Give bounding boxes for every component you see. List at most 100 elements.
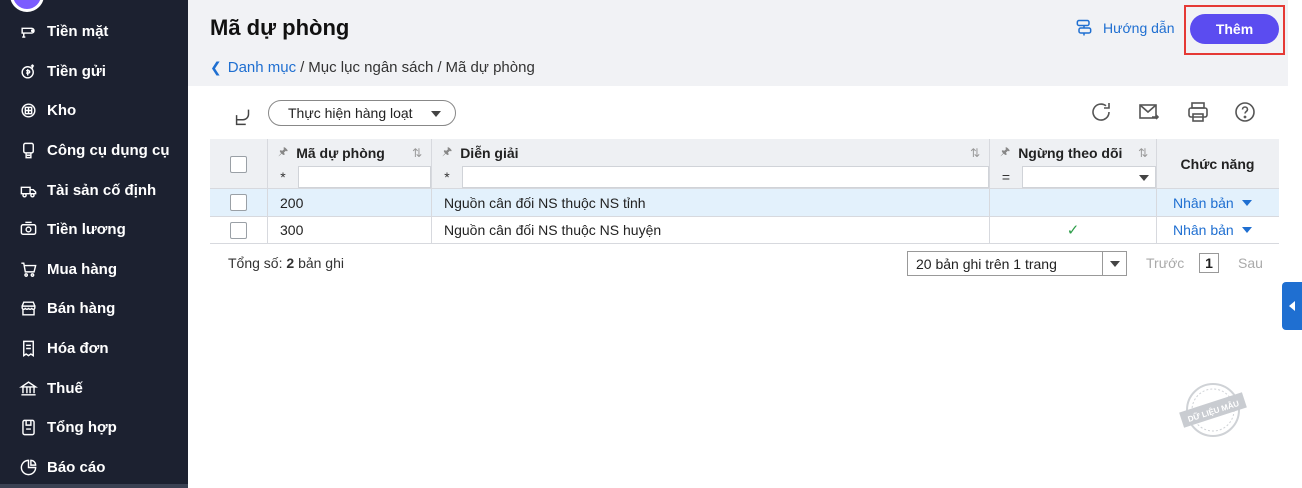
sidebar-item-label: Mua hàng bbox=[47, 260, 117, 278]
sidebar-item-deposit[interactable]: Tiền gửi bbox=[0, 52, 188, 92]
store-icon bbox=[18, 299, 38, 319]
pin-icon[interactable]: 🖈 bbox=[442, 143, 452, 162]
column-header-code[interactable]: 🖈 Mã dự phòng ⇅ bbox=[278, 139, 428, 166]
caret-down-icon[interactable] bbox=[1241, 199, 1252, 206]
row-select-cell bbox=[230, 189, 247, 216]
cart-icon bbox=[18, 259, 38, 279]
send-mail-icon[interactable] bbox=[1137, 100, 1163, 126]
prev-page-button[interactable]: Trước bbox=[1146, 255, 1184, 271]
help-label: Hướng dẫn bbox=[1103, 20, 1175, 36]
sidebar-item-warehouse[interactable]: Kho bbox=[0, 91, 188, 131]
column-header-inactive[interactable]: 🖈 Ngừng theo dõi ⇅ bbox=[1000, 139, 1154, 166]
column-header-description[interactable]: 🖈 Diễn giải ⇅ bbox=[442, 139, 986, 166]
total-unit: bản ghi bbox=[298, 255, 344, 271]
collapse-arrow-icon[interactable] bbox=[232, 106, 254, 128]
filter-row: * * = bbox=[210, 166, 1279, 188]
row-checkbox[interactable] bbox=[230, 221, 247, 239]
cell-description: Nguồn cân đối NS thuộc NS tỉnh bbox=[444, 194, 646, 211]
cash-icon bbox=[18, 22, 38, 42]
right-edge bbox=[1288, 0, 1302, 488]
column-header-label: Ngừng theo dõi bbox=[1018, 144, 1123, 161]
add-button[interactable]: Thêm bbox=[1190, 14, 1279, 44]
cell-code: 200 bbox=[280, 194, 304, 211]
page-size-value: 20 bản ghi trên 1 trang bbox=[916, 255, 1057, 272]
table-row[interactable]: 300 Nguồn cân đối NS thuộc NS huyện ✓ Nh… bbox=[210, 217, 1279, 244]
sidebar-item-label: Hóa đơn bbox=[47, 340, 109, 358]
deposit-icon bbox=[18, 61, 38, 81]
chevron-left-icon: ❮ bbox=[210, 59, 222, 75]
cell-inactive bbox=[990, 189, 1156, 216]
breadcrumb: ❮ Danh mục / Mục lục ngân sách / Mã dự p… bbox=[210, 59, 535, 76]
app-logo[interactable] bbox=[10, 0, 44, 12]
check-icon: ✓ bbox=[1066, 222, 1080, 239]
breadcrumb-root-link[interactable]: ❮ Danh mục bbox=[210, 59, 296, 76]
report-icon bbox=[18, 457, 38, 477]
filter-input-code[interactable] bbox=[298, 166, 431, 188]
sidebar-item-label: Tiền mặt bbox=[47, 23, 109, 41]
sidebar-item-purchase[interactable]: Mua hàng bbox=[0, 250, 188, 290]
sidebar-item-label: Kho bbox=[47, 102, 77, 120]
filter-operator-inactive[interactable]: = bbox=[990, 166, 1022, 188]
duplicate-action[interactable]: Nhân bản bbox=[1173, 195, 1252, 211]
warehouse-icon bbox=[18, 101, 38, 121]
sidebar-item-fixed-assets[interactable]: Tài sản cố định bbox=[0, 170, 188, 210]
breadcrumb-parent[interactable]: Mục lục ngân sách bbox=[308, 59, 433, 76]
help-link[interactable]: Hướng dẫn bbox=[1074, 18, 1174, 38]
caret-down-icon[interactable] bbox=[1241, 227, 1252, 233]
salary-icon bbox=[18, 220, 38, 240]
help-circle-icon[interactable] bbox=[1233, 100, 1259, 126]
summary-icon bbox=[18, 418, 38, 438]
sidebar-item-tax[interactable]: Thuế bbox=[0, 368, 188, 408]
table-row[interactable]: 200 Nguồn cân đối NS thuộc NS tỉnh Nhân … bbox=[210, 189, 1279, 217]
action-label: Nhân bản bbox=[1173, 222, 1234, 238]
filter-select-inactive[interactable] bbox=[1022, 166, 1156, 188]
sidebar-item-label: Công cụ dụng cụ bbox=[47, 142, 170, 160]
current-page-button[interactable]: 1 bbox=[1199, 253, 1219, 273]
next-page-button[interactable]: Sau bbox=[1238, 255, 1263, 271]
duplicate-action[interactable]: Nhân bản bbox=[1173, 222, 1252, 238]
refresh-icon[interactable] bbox=[1089, 100, 1115, 126]
bulk-action-button[interactable]: Thực hiện hàng loạt bbox=[268, 100, 456, 126]
dropdown-button[interactable] bbox=[1102, 252, 1126, 275]
filter-input-description[interactable] bbox=[462, 166, 989, 188]
sidebar-item-tools[interactable]: Công cụ dụng cụ bbox=[0, 131, 188, 171]
page-size-select[interactable]: 20 bản ghi trên 1 trang bbox=[907, 251, 1127, 276]
invoice-icon bbox=[18, 339, 38, 359]
sidebar-item-sales[interactable]: Bán hàng bbox=[0, 289, 188, 329]
filter-operator-description[interactable]: * bbox=[432, 166, 462, 188]
row-checkbox[interactable] bbox=[230, 194, 247, 211]
fixed-asset-icon bbox=[18, 180, 38, 200]
print-icon[interactable] bbox=[1186, 100, 1212, 126]
cell-description: Nguồn cân đối NS thuộc NS huyện bbox=[444, 222, 662, 238]
sidebar-item-summary[interactable]: Tổng hợp bbox=[0, 408, 188, 448]
sort-icon[interactable]: ⇅ bbox=[970, 146, 980, 160]
sidebar-item-label: Tiền lương bbox=[47, 221, 126, 239]
sample-data-stamp: DỮ LIỆU MẪU bbox=[1178, 380, 1248, 440]
side-panel-toggle[interactable] bbox=[1282, 282, 1302, 330]
sort-icon[interactable]: ⇅ bbox=[1138, 146, 1148, 160]
grid-header: 🖈 Mã dự phòng ⇅ 🖈 Diễn giải ⇅ 🖈 Ngừng th… bbox=[210, 139, 1279, 189]
sidebar-menu: Tiền mặt Tiền gửi Kho Công cụ dụng cụ Tà… bbox=[0, 12, 188, 487]
filter-operator-code[interactable]: * bbox=[268, 166, 298, 188]
sidebar-item-invoice[interactable]: Hóa đơn bbox=[0, 329, 188, 369]
pin-icon[interactable]: 🖈 bbox=[278, 143, 288, 162]
page-header: Mã dự phòng ❮ Danh mục / Mục lục ngân sá… bbox=[188, 0, 1288, 86]
sidebar-item-label: Báo cáo bbox=[47, 458, 106, 476]
sidebar-item-label: Tiền gửi bbox=[47, 62, 106, 80]
grid-toolbar: Thực hiện hàng loạt bbox=[210, 98, 1280, 128]
pin-icon[interactable]: 🖈 bbox=[1000, 143, 1010, 162]
sidebar-item-report[interactable]: Báo cáo bbox=[0, 448, 188, 488]
column-header-label: Mã dự phòng bbox=[296, 144, 385, 161]
cell-inactive: ✓ bbox=[990, 217, 1156, 243]
total-records: Tổng số: 2 bản ghi bbox=[228, 255, 344, 271]
caret-down-icon bbox=[1109, 260, 1120, 267]
sort-icon[interactable]: ⇅ bbox=[412, 146, 422, 160]
sidebar-item-salary[interactable]: Tiền lương bbox=[0, 210, 188, 250]
grid-footer: Tổng số: 2 bản ghi 20 bản ghi trên 1 tra… bbox=[210, 250, 1279, 276]
cell-actions: Nhân bản bbox=[1173, 189, 1252, 216]
sidebar-item-cash[interactable]: Tiền mặt bbox=[0, 12, 188, 52]
breadcrumb-current: Mã dự phòng bbox=[445, 59, 535, 76]
row-select-cell bbox=[230, 217, 247, 243]
bulk-action-label: Thực hiện hàng loạt bbox=[288, 105, 413, 121]
main-content: Mã dự phòng ❮ Danh mục / Mục lục ngân sá… bbox=[188, 0, 1302, 488]
